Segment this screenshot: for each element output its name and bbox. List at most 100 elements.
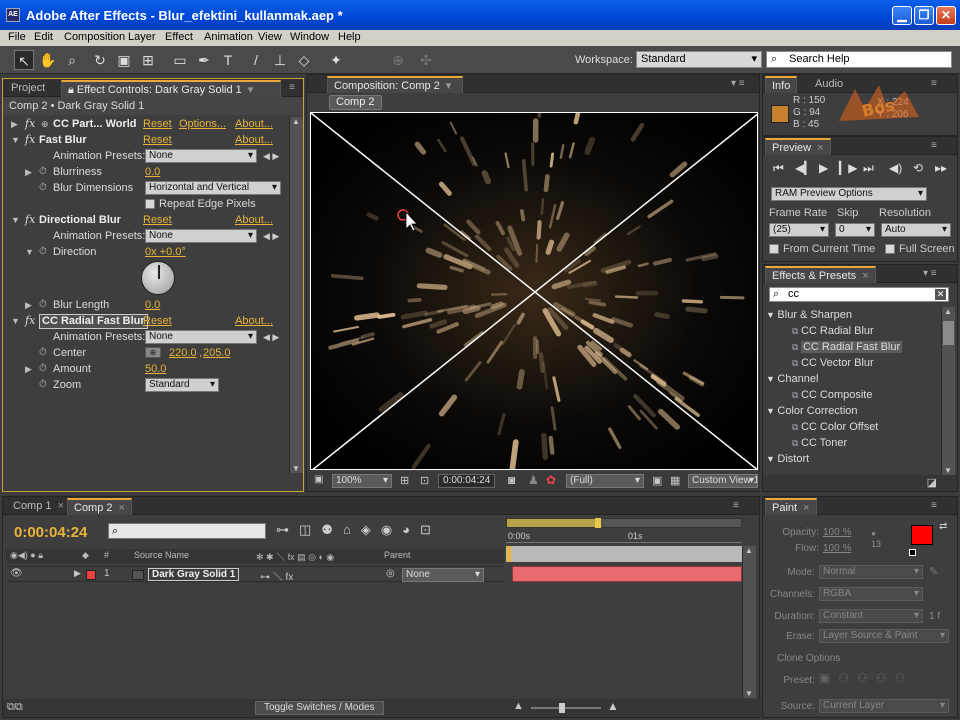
tab-paint[interactable]: Paint × (765, 498, 817, 515)
preset-nav-arrows-icon[interactable]: ◀ ▶ (263, 228, 279, 244)
animation-presets-select[interactable]: None (145, 229, 257, 243)
tab-close-icon[interactable]: × (119, 502, 125, 514)
reset-link[interactable]: Reset (143, 313, 172, 329)
snapshot-camera-icon[interactable]: ◙ (508, 473, 515, 487)
center-x-value[interactable]: 220.0 (169, 345, 197, 361)
composition-viewer[interactable] (310, 112, 758, 470)
scroll-up-icon[interactable]: ▲ (745, 546, 753, 555)
blur-dimensions-select[interactable]: Horizontal and Vertical (145, 181, 281, 195)
effects-search-input[interactable]: ⌕ cc ✕ (769, 287, 949, 302)
repeat-edge-pixels-checkbox[interactable] (145, 199, 155, 209)
about-link[interactable]: About... (235, 313, 273, 329)
mask-visibility-icon[interactable]: ⊡ (420, 474, 429, 487)
amount-value[interactable]: 50.0 (145, 361, 166, 377)
source-name-header[interactable]: Source Name (134, 550, 189, 560)
puppet-pin-tool-icon[interactable]: ✦ (326, 50, 346, 70)
expanded-triangle-icon[interactable]: ▼ (766, 406, 777, 416)
stopwatch-icon[interactable]: ⏱︎ (39, 361, 47, 377)
expanded-triangle-icon[interactable]: ▼ (766, 454, 777, 464)
tab-comp-1[interactable]: Comp 1 × (7, 498, 70, 515)
skip-select[interactable]: 0 (835, 223, 875, 237)
parent-header[interactable]: Parent (384, 550, 411, 560)
fx-icon[interactable]: fx (25, 212, 35, 228)
resolution-select[interactable]: (Full) (566, 474, 644, 488)
always-preview-icon[interactable]: ▣ (314, 474, 323, 485)
hide-shy-layers-icon[interactable]: ⚉ (321, 522, 343, 537)
expanded-triangle-icon[interactable]: ▼ (766, 374, 777, 384)
show-snapshot-icon[interactable]: ♟ (528, 473, 539, 487)
tab-project[interactable]: Project (5, 80, 51, 97)
menu-window[interactable]: Window (290, 31, 329, 43)
effect-controls-scrollbar[interactable]: ▲ ▼ (289, 117, 303, 473)
default-colors-icon[interactable] (909, 549, 916, 556)
from-current-time-option[interactable]: From Current Time (769, 243, 875, 255)
comp-navigator-button[interactable]: Comp 2 (329, 95, 382, 110)
effect-cc-particle-world[interactable]: ▶ fx ⊕ CC Part... World Reset Options...… (7, 116, 289, 132)
scroll-down-icon[interactable]: ▼ (292, 464, 300, 473)
hand-tool-icon[interactable]: ✋ (38, 50, 58, 70)
tab-close-icon[interactable]: × (862, 270, 868, 282)
expanded-triangle-icon[interactable]: ▼ (11, 132, 20, 148)
draft-3d-icon[interactable]: ◫ (299, 522, 321, 537)
channel-rgb-icon[interactable]: ✿ (546, 473, 556, 487)
direction-value[interactable]: 0x +0.0° (145, 244, 186, 260)
about-link[interactable]: About... (235, 116, 273, 132)
expanded-triangle-icon[interactable]: ▼ (11, 313, 20, 329)
live-update-icon[interactable]: ⊶ (276, 522, 299, 537)
eye-visibility-icon[interactable]: 👁︎ (10, 568, 23, 579)
effects-item[interactable]: ⧉ CC Radial Blur (766, 323, 938, 339)
timeline-zoom-thumb[interactable] (559, 703, 565, 713)
preset-nav-arrows-icon[interactable]: ◀ ▶ (263, 148, 279, 164)
rotation-tool-icon[interactable]: ↻ (90, 50, 110, 70)
effects-item[interactable]: ⧉ CC Vector Blur (766, 355, 938, 371)
center-y-value[interactable]: 205.0 (203, 345, 231, 361)
fx-icon[interactable]: fx (25, 116, 35, 132)
effects-item[interactable]: ⧉ CC Color Offset (766, 419, 938, 435)
tab-composition[interactable]: Composition: Comp 2 ▾ (327, 76, 463, 93)
next-frame-icon[interactable]: ▎▶ (839, 161, 857, 175)
fx-icon[interactable]: fx (25, 132, 35, 148)
stopwatch-icon[interactable]: ⏱︎ (39, 345, 47, 361)
reset-link[interactable]: Reset (143, 212, 172, 228)
work-area-end-handle[interactable] (595, 518, 601, 528)
safe-zones-icon[interactable]: ⊞ (400, 474, 409, 487)
stopwatch-icon[interactable]: ⏱︎ (39, 164, 47, 180)
previous-frame-icon[interactable]: ◀▎ (795, 161, 813, 175)
flow-value[interactable]: 100 % (823, 543, 851, 554)
layer-label-color[interactable] (86, 570, 96, 580)
layer-switch-icons[interactable]: ⊶ ＼ fx (260, 568, 293, 583)
parent-select[interactable]: None (402, 568, 484, 582)
blur-length-value[interactable]: 0.0 (145, 297, 160, 313)
full-screen-option[interactable]: Full Screen (885, 243, 955, 255)
about-link[interactable]: About... (235, 132, 273, 148)
current-time-display[interactable]: 0:00:04:24 (438, 474, 496, 488)
ram-preview-options-select[interactable]: RAM Preview Options (771, 187, 927, 201)
comp-marker-bin[interactable] (506, 546, 742, 562)
play-icon[interactable]: ▶ (819, 161, 828, 175)
menu-layer[interactable]: Layer (128, 31, 156, 43)
tab-close-icon[interactable]: × (58, 500, 64, 512)
effects-item[interactable]: ⧉ CC Radial Fast Blur (766, 339, 938, 355)
crosshair-icon[interactable]: ⊕ (145, 347, 161, 358)
graph-editor-icon[interactable]: ⊡ (420, 522, 441, 537)
current-time-indicator[interactable] (507, 546, 511, 562)
menu-view[interactable]: View (258, 31, 282, 43)
panel-menu-icon[interactable]: ≡ (931, 500, 937, 511)
tab-info[interactable]: Info (765, 76, 798, 93)
brainstorm-icon[interactable]: ◉ (381, 522, 402, 537)
panel-menu-icon[interactable]: ▾ ≡ (731, 78, 745, 89)
scroll-down-icon[interactable]: ▼ (745, 689, 753, 698)
timeline-search-input[interactable]: ⌕ (108, 523, 266, 539)
eyedropper-icon[interactable]: ✎ (929, 565, 938, 578)
channels-select[interactable]: RGBA (819, 587, 923, 601)
effects-item[interactable]: ⧉ CC Composite (766, 387, 938, 403)
toggle-switches-modes-button[interactable]: Toggle Switches / Modes (255, 701, 384, 715)
effect-directional-blur[interactable]: ▼ fx Directional Blur Reset About... (7, 212, 289, 228)
pickwhip-icon[interactable]: ◎ (386, 568, 395, 579)
magnification-select[interactable]: 100% (332, 474, 392, 488)
tab-dropdown-icon[interactable]: ▾ (248, 84, 254, 96)
tab-effects-presets[interactable]: Effects & Presets × (765, 266, 876, 283)
source-select[interactable]: Current Layer (819, 699, 949, 713)
stopwatch-icon[interactable]: ⏱︎ (39, 180, 47, 196)
brush-tip-icon[interactable]: ● (871, 529, 876, 538)
